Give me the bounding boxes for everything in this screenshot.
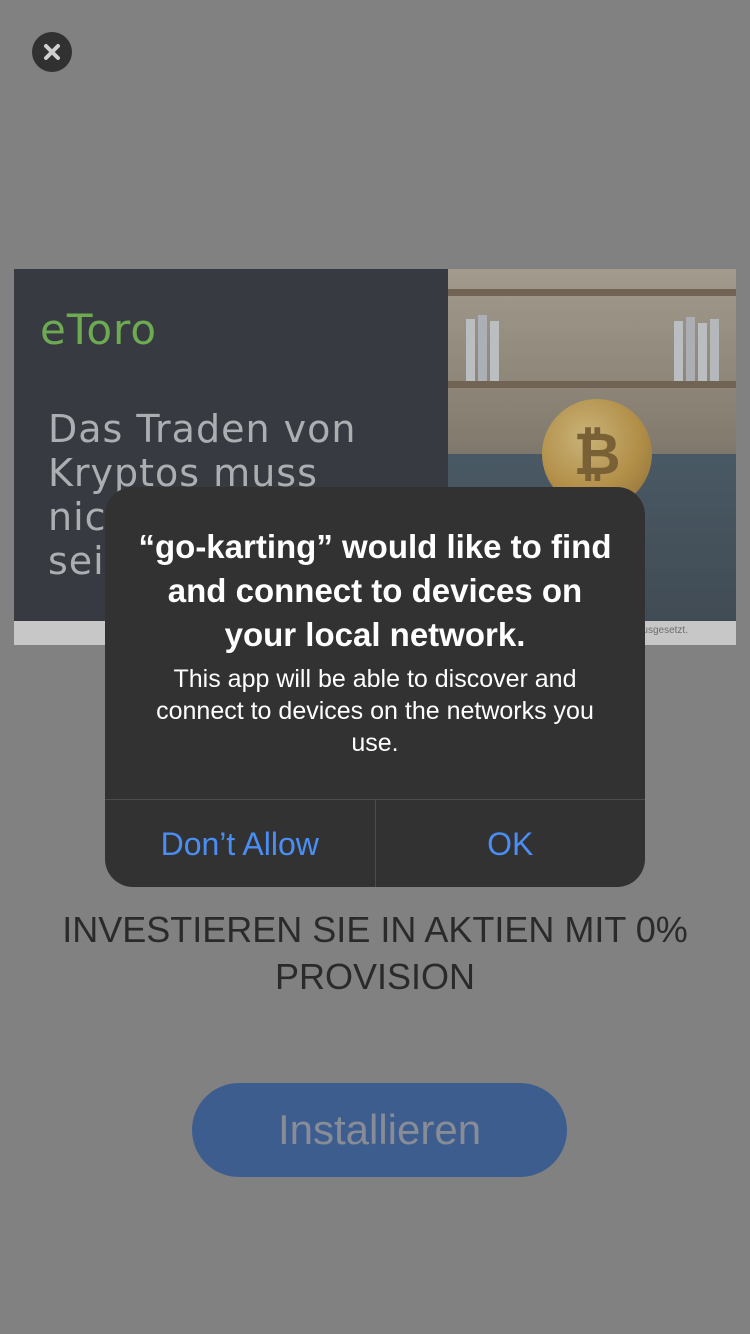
local-network-permission-alert: “go-karting” would like to find and conn… <box>105 487 645 887</box>
alert-actions: Don’t Allow OK <box>105 799 645 887</box>
alert-message: This app will be able to discover and co… <box>156 665 594 757</box>
dont-allow-button[interactable]: Don’t Allow <box>105 800 375 887</box>
alert-title: “go-karting” would like to find and conn… <box>138 528 612 653</box>
ok-button[interactable]: OK <box>374 800 646 887</box>
